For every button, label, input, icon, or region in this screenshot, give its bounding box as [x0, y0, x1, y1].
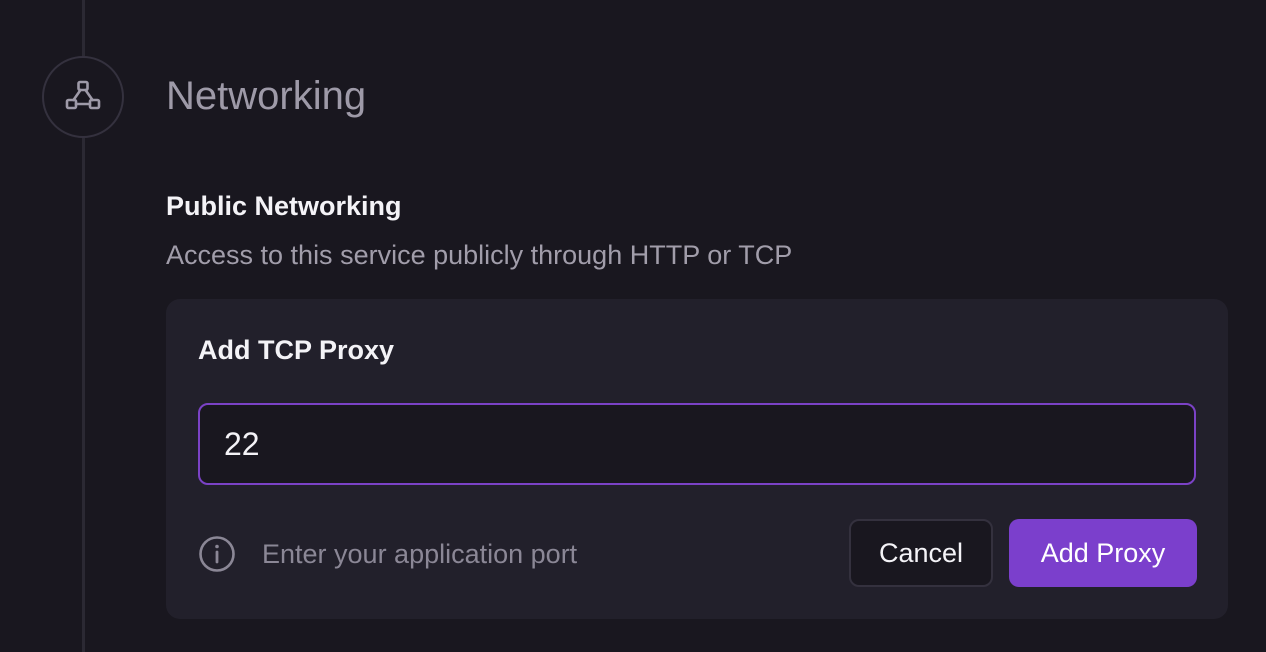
- network-icon: [65, 80, 101, 115]
- info-icon: [198, 535, 236, 573]
- port-hint-text: Enter your application port: [262, 539, 578, 569]
- port-hint: Enter your application port: [198, 534, 577, 574]
- add-proxy-button[interactable]: Add Proxy: [1009, 519, 1197, 587]
- add-tcp-proxy-card: Add TCP Proxy Enter your application por…: [166, 299, 1228, 619]
- section-icon-badge: [42, 56, 124, 138]
- add-tcp-proxy-title: Add TCP Proxy: [198, 335, 395, 365]
- port-input[interactable]: [198, 403, 1196, 485]
- public-networking-title: Public Networking: [166, 191, 402, 221]
- section-title: Networking: [166, 74, 367, 118]
- cancel-button[interactable]: Cancel: [849, 519, 993, 587]
- public-networking-description: Access to this service publicly through …: [166, 240, 793, 270]
